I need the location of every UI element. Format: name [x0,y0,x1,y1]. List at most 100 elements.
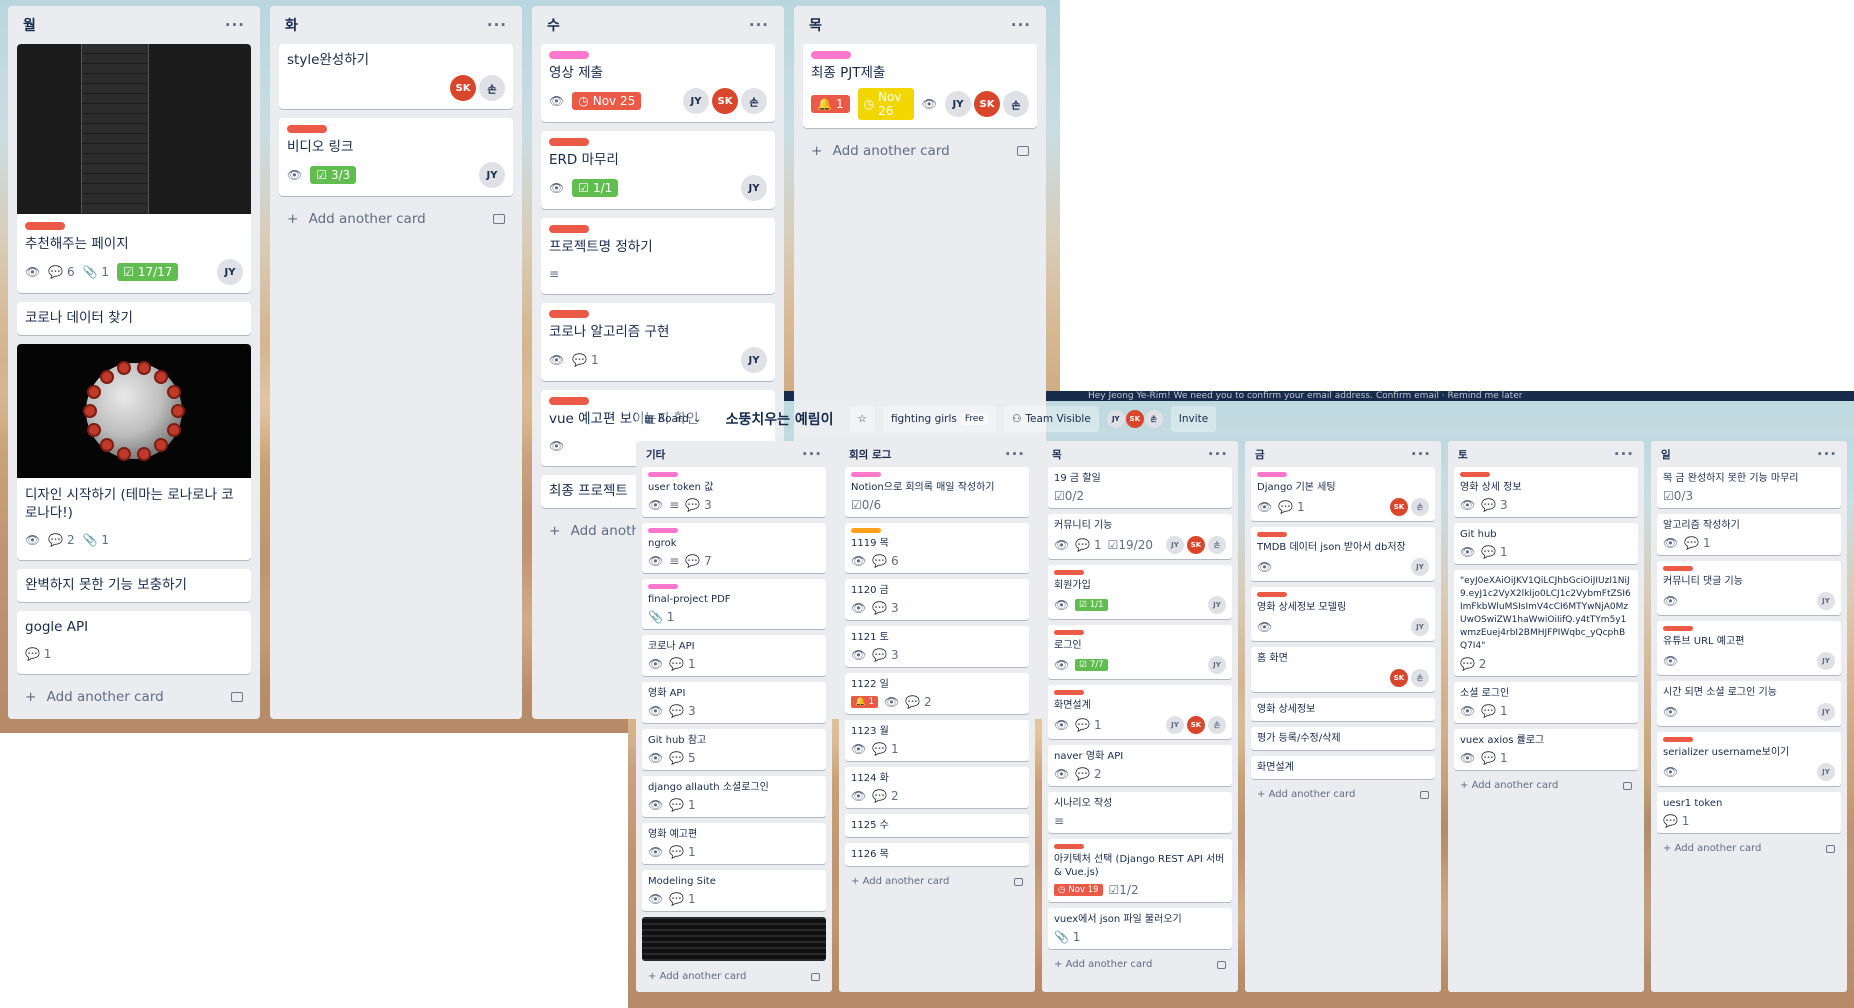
card[interactable]: Django 기본 세팅 👁 💬 1 SK 손 [1251,467,1435,521]
card-cover-image[interactable] [642,917,826,961]
card-label[interactable] [287,125,327,133]
template-icon[interactable] [1420,790,1429,799]
card[interactable]: 홈 화면 SK 손 [1251,647,1435,692]
avatar[interactable]: JY [1817,763,1835,781]
menu-dots-icon[interactable]: ··· [1005,445,1025,463]
list-header[interactable]: 목 ··· [803,6,1037,44]
card-label[interactable] [549,51,589,59]
add-card-button[interactable]: + Add another card [1454,776,1638,795]
card-label[interactable] [1257,592,1287,597]
card[interactable]: 화면설계 👁 💬 1 JY SK 손 [1048,685,1232,739]
avatar[interactable]: SK [1187,716,1205,734]
board-title[interactable]: 소뚱치우는 예림이 [718,409,842,429]
avatar[interactable]: 손 [1208,536,1226,554]
menu-dots-icon[interactable]: ··· [225,16,245,34]
card[interactable]: 최종 PJT제출 🔔 1 ◷ Nov 26 👁 JY SK 손 [803,44,1037,128]
star-button[interactable]: ☆ [849,406,875,432]
add-card-button[interactable]: + Add another card [803,137,1037,165]
card-label[interactable] [1460,472,1490,477]
menu-dots-icon[interactable]: ··· [1411,445,1431,463]
card[interactable]: 완벽하지 못한 기능 보충하기 [17,569,251,602]
template-icon[interactable] [1017,146,1029,156]
card[interactable]: Git hub 참고 👁 💬 5 [642,729,826,770]
card[interactable]: 1120 금 👁 💬 3 [845,579,1029,620]
avatar[interactable]: JY [741,175,767,201]
card[interactable]: style완성하기 SK 손 [279,44,513,109]
menu-dots-icon[interactable]: ··· [749,16,769,34]
avatar[interactable]: JY [1411,558,1429,576]
template-icon[interactable] [1014,877,1023,886]
team-button[interactable]: fighting girls Free [882,406,996,432]
card[interactable]: serializer username보이기 👁 JY [1657,732,1841,786]
visibility-button[interactable]: ⚇ Team Visible [1003,406,1099,432]
card[interactable]: 영화 API 👁 💬 3 [642,682,826,723]
avatar[interactable]: 손 [1411,498,1429,516]
card-label[interactable] [811,51,851,59]
card[interactable]: 영화 예고편 👁 💬 1 [642,823,826,864]
card[interactable]: 영화 상세정보 [1251,698,1435,721]
card-label[interactable] [648,584,678,589]
board-switcher-button[interactable]: ▦ Board ⌄ [636,406,710,432]
template-icon[interactable] [811,972,820,981]
avatar[interactable]: SK [974,91,1000,117]
card[interactable]: naver 영화 API 👁 💬 2 [1048,745,1232,786]
avatar[interactable]: 손 [1208,716,1226,734]
avatar[interactable]: JY [683,88,709,114]
add-card-button[interactable]: + Add another card [1657,839,1841,858]
card-label[interactable] [549,225,589,233]
avatar[interactable]: 손 [479,75,505,101]
card[interactable]: ERD 마무리 👁 ☑ 1/1 JY [541,131,775,209]
avatar[interactable]: 손 [1411,669,1429,687]
card[interactable]: "eyJ0eXAiOiJKV1QiLCJhbGciOiJIUzI1NiJ9.ey… [1454,570,1638,676]
card[interactable]: gogle API 💬 1 [17,611,251,674]
add-card-button[interactable]: + Add another card [17,683,251,711]
card[interactable]: user token 값 👁 ≡ 💬 3 [642,467,826,517]
card[interactable]: vuex axios 률로그 👁 💬 1 [1454,729,1638,770]
card-label[interactable] [1663,566,1693,571]
avatar[interactable]: JY [1817,592,1835,610]
list-header[interactable]: 토 ··· [1454,441,1638,467]
menu-dots-icon[interactable]: ··· [487,16,507,34]
template-icon[interactable] [1217,960,1226,969]
card[interactable]: 유튜브 URL 예고편 👁 JY [1657,621,1841,675]
due-date-badge[interactable]: ◷ Nov 19 [1054,884,1103,896]
avatar[interactable]: SK [1187,536,1205,554]
card[interactable]: 코로나 API 👁 💬 1 [642,635,826,676]
card-label[interactable] [25,222,65,230]
avatar[interactable]: JY [1817,652,1835,670]
card[interactable]: 코로나 데이터 찾기 [17,302,251,335]
list-header[interactable]: 월 ··· [17,6,251,44]
card-label[interactable] [648,472,678,477]
invite-button[interactable]: Invite [1170,406,1217,432]
card[interactable]: 프로젝트명 정하기 ≡ [541,218,775,294]
avatar[interactable]: JY [741,347,767,373]
avatar[interactable]: JY [1106,410,1125,428]
list-header[interactable]: 목 ··· [1048,441,1232,467]
card-label[interactable] [851,528,881,533]
card[interactable]: 추천해주는 페이지 👁 💬 6 📎 1 ☑ 17/17 JY [17,44,251,293]
card[interactable]: 1125 수 [845,814,1029,837]
card[interactable]: 커뮤니티 기능 👁 💬 1 ☑19/20 JY SK 손 [1048,514,1232,559]
add-card-button[interactable]: + Add another card [642,967,826,986]
avatar[interactable]: 손 [741,88,767,114]
avatar[interactable]: SK [450,75,476,101]
due-date-badge[interactable]: ◷ Nov 26 [857,88,914,120]
card[interactable]: 1119 목 👁 💬 6 [845,523,1029,573]
card[interactable]: 디자인 시작하기 (테마는 로나로나 코로나다!) 👁 💬 2 📎 1 [17,344,251,560]
card[interactable]: 코로나 알고리즘 구현 👁 💬 1 JY [541,303,775,381]
add-card-button[interactable]: + Add another card [1048,955,1232,974]
due-date-badge[interactable]: ◷ Nov 25 [572,92,642,110]
add-card-button[interactable]: + Add another card [845,872,1029,891]
card[interactable]: 커뮤니티 댓글 기능 👁 JY [1657,561,1841,615]
card-label[interactable] [549,397,589,405]
card[interactable]: final-project PDF 📎 1 [642,579,826,629]
menu-dots-icon[interactable]: ··· [802,445,822,463]
card[interactable]: 1123 월 👁 💬 1 [845,720,1029,761]
card-label[interactable] [1663,626,1693,631]
card-label[interactable] [1663,737,1693,742]
avatar[interactable]: JY [1208,596,1226,614]
avatar[interactable]: JY [1817,703,1835,721]
card[interactable]: uesr1 token 💬 1 [1657,792,1841,833]
list-header[interactable]: 수 ··· [541,6,775,44]
avatar[interactable]: SK [1390,669,1408,687]
